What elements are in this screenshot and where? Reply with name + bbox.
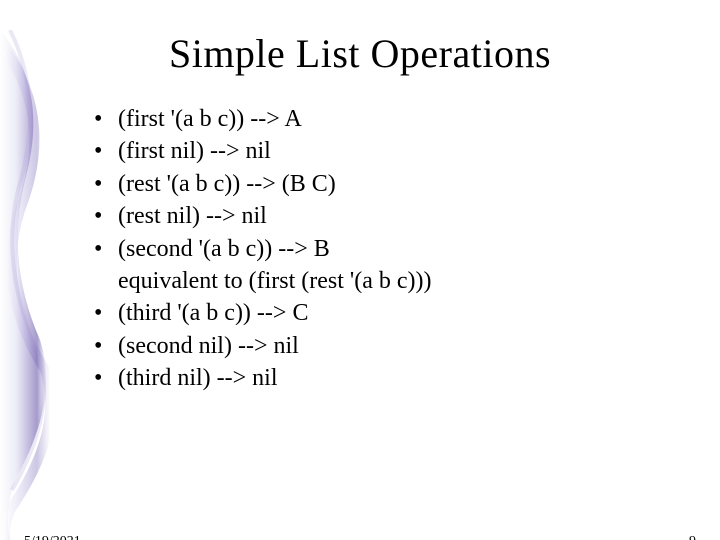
list-item-text: (third '(a b c)) --> C <box>118 300 308 326</box>
list-item: (third nil) --> nil <box>90 362 680 394</box>
slide-content: (first '(a b c)) --> A (first nil) --> n… <box>90 103 680 395</box>
list-item-text: (third nil) --> nil <box>118 365 278 391</box>
list-item-text: (first '(a b c)) --> A <box>118 106 302 132</box>
list-item: (third '(a b c)) --> C <box>90 297 680 329</box>
list-item: (first nil) --> nil <box>90 135 680 167</box>
list-item-text: (rest nil) --> nil <box>118 203 267 229</box>
list-item-subtext: equivalent to (first (rest '(a b c))) <box>118 265 680 297</box>
footer-date: 5/19/2021 <box>24 534 81 540</box>
list-item-text: (second '(a b c)) --> B <box>118 236 330 262</box>
slide-title: Simple List Operations <box>0 30 720 77</box>
list-item: (rest nil) --> nil <box>90 200 680 232</box>
slide: Simple List Operations (first '(a b c)) … <box>0 30 720 540</box>
list-item: (first '(a b c)) --> A <box>90 103 680 135</box>
list-item: (second nil) --> nil <box>90 330 680 362</box>
list-item-text: (rest '(a b c)) --> (B C) <box>118 171 336 197</box>
list-item: (second '(a b c)) --> B equivalent to (f… <box>90 233 680 298</box>
list-item: (rest '(a b c)) --> (B C) <box>90 168 680 200</box>
list-item-text: (second nil) --> nil <box>118 333 299 359</box>
footer: 5/19/2021 9 <box>24 534 696 540</box>
bullet-list: (first '(a b c)) --> A (first nil) --> n… <box>90 103 680 395</box>
list-item-text: (first nil) --> nil <box>118 138 271 164</box>
footer-page-number: 9 <box>689 534 696 540</box>
